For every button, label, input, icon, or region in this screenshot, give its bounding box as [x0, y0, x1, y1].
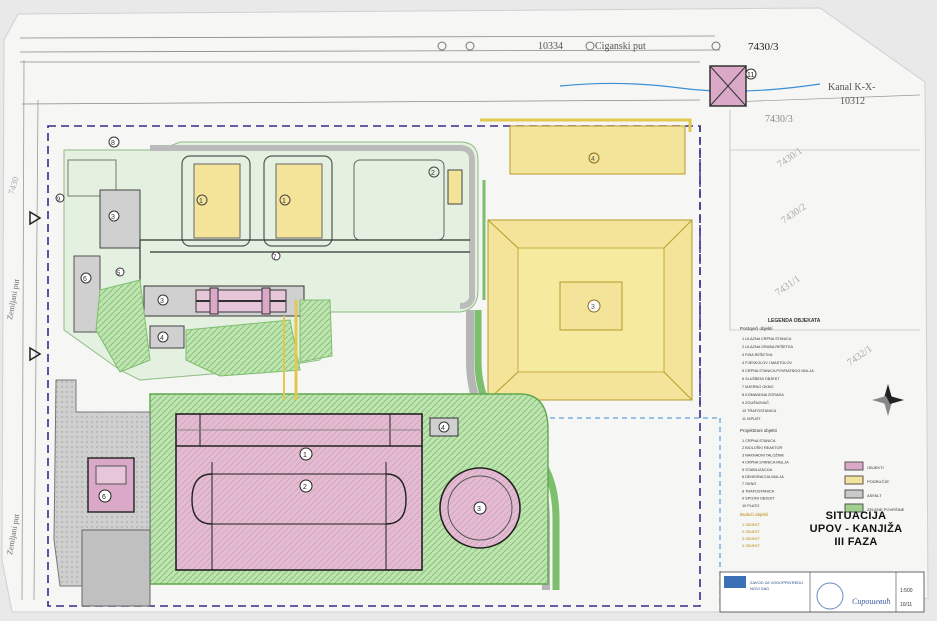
legend-item: 2 OBJEKT	[742, 530, 761, 534]
road-number: 10334	[538, 41, 563, 52]
legend-item: 6 SLUŽBENI OBJEKT	[742, 376, 780, 381]
legend-item: 1 CRPNA STANICA	[742, 439, 776, 443]
zone-1b: 1	[282, 198, 286, 205]
zone-1a: 1	[199, 198, 203, 205]
legend-item: 1 OBJEKT	[742, 523, 761, 527]
legend-swatch	[844, 461, 864, 471]
legend-existing-heading: Postojeći objekti	[740, 326, 773, 331]
legend-item: 7 OKNO	[742, 482, 756, 486]
stamp-scale: 1:500	[900, 588, 913, 594]
legend-item: 2 BIOLOŠKI REAKTOR	[742, 445, 782, 450]
legend-item: 3 OBJEKT	[742, 537, 761, 541]
title-line-1: SITUACIJA	[825, 510, 887, 522]
legend-heading: LEGENDA OBJEKATA	[768, 318, 821, 324]
parcel-7430-3: 7430/3	[765, 114, 793, 125]
zone-3: 3	[111, 214, 115, 221]
zone-6: 6	[83, 276, 87, 283]
legend-swatch-label: OBJEKTI	[867, 465, 884, 470]
legend-item: 7 MJERNO OKNO	[742, 385, 773, 389]
stamp-sub: NOVI SAD	[750, 586, 769, 591]
legend-item: 9 ZGUŠNJIVAČ	[742, 400, 769, 405]
legend-item: 5 STABILIZACIJA	[742, 468, 773, 472]
canal-number: 10312	[840, 96, 865, 107]
title-line-2: UPOV - KANJIŽA	[809, 523, 903, 535]
biological-reactor	[175, 413, 423, 571]
future-zone-3: 3	[591, 304, 595, 311]
zone-4: 4	[160, 335, 164, 342]
stamp-company: ZAVOD ZA VODOPRIVREDU	[750, 580, 803, 585]
zone-11: 11	[747, 72, 754, 79]
legend-item: 8 TRAFOSTANICA	[742, 489, 775, 493]
legend-item: 1 ULAZNA CRPNA STANICA	[742, 337, 792, 341]
legend-item: 3 FINA REŠETKA	[742, 352, 773, 357]
title-line-3: III FAZA	[834, 536, 878, 548]
legend-item: 11 ISPUST	[742, 417, 761, 421]
drawing-title-block: SITUACIJA UPOV - KANJIŽA III FAZA	[800, 510, 912, 549]
tank-1-label: 1	[303, 452, 307, 459]
legend-item: 3 NAKNADNI TALOŽNIK	[742, 452, 785, 457]
sludge-6-label: 6	[102, 494, 106, 501]
zone-8: 8	[111, 140, 115, 147]
legend-item: 2 ULAZNA GRUBA REŠETKA	[742, 344, 794, 349]
stamp-sheet: 10/11	[900, 602, 912, 608]
road-name: Ciganski put	[595, 41, 646, 52]
zone-3b: 3	[160, 298, 164, 305]
legend-swatch	[844, 475, 864, 485]
legend-swatch-label: ASFALT	[867, 493, 882, 498]
legend-swatch-label: PODRUČJE	[867, 479, 889, 484]
tank-4-label: 4	[441, 425, 445, 432]
clarifier-label: 3	[477, 506, 481, 513]
legend-item: 9 SPOJNI OBJEKT	[742, 497, 775, 501]
future-zone-4: 4	[591, 156, 595, 163]
legend-item: 10 TRAFOSTANICA	[742, 409, 777, 413]
legend-swatch	[844, 489, 864, 499]
stamp-signature: Сирошевић	[852, 597, 890, 606]
legend-item: 4 OBJEKT	[742, 544, 761, 548]
legend-item: 8 KOMANDNA ZGRADA	[742, 393, 784, 397]
tank-2-label: 2	[303, 484, 307, 491]
legend-future-heading: Budući objekti	[740, 512, 768, 517]
legend-item: 4 CRPNA STANICA MULJA	[742, 461, 789, 465]
site-plan-drawing: 10334 Ciganski put 7430/3 Kanal K-X- 103…	[1, 7, 929, 613]
future-object-4	[509, 125, 686, 175]
zone-2: 2	[431, 170, 435, 177]
parcel-label-top: 7430/3	[748, 41, 779, 53]
legend-item: 5 CRPNA STANICA POVRATNOG MULJA	[742, 369, 814, 373]
site-plan-scan: 10334 Ciganski put 7430/3 Kanal K-X- 103…	[0, 0, 937, 616]
legend-new-heading: Projektirani objekti	[740, 428, 777, 433]
canal-label: Kanal K-X-	[828, 82, 875, 93]
legend-item: 4 PJESKOLOV I MASTOLOV	[742, 361, 792, 365]
legend-item: 6 DEHIDRACIJA MULJA	[742, 475, 784, 479]
legend-item: 10 PLATO	[742, 504, 759, 508]
